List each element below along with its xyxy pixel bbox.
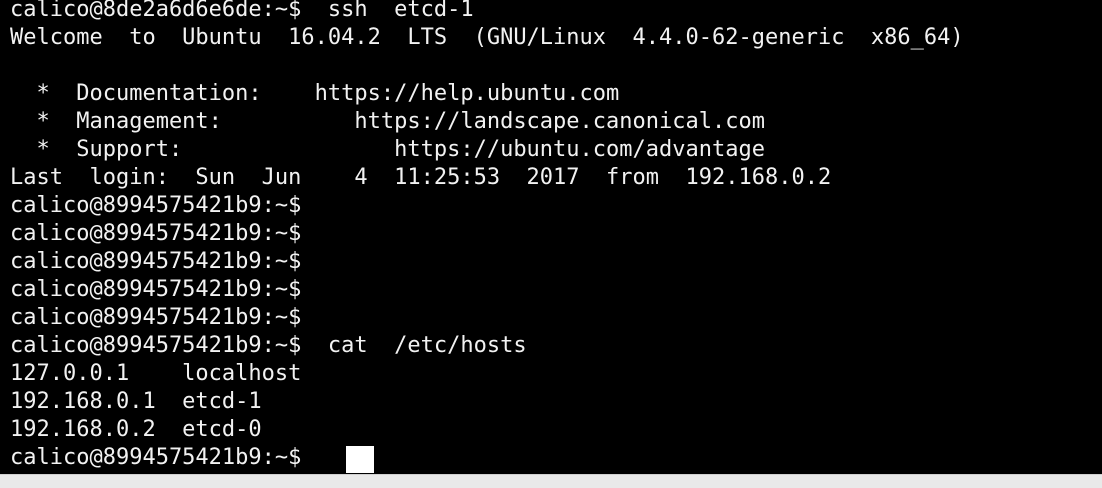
terminal-line: 192.168.0.1 etcd-1 — [10, 389, 262, 414]
terminal-active-prompt: calico@8994575421b9:~$ — [10, 445, 302, 470]
terminal-cursor[interactable] — [346, 446, 374, 473]
window-bottom-edge — [0, 474, 1102, 488]
terminal-prompt-line: calico@8994575421b9:~$ — [10, 193, 302, 218]
terminal-prompt-line: calico@8994575421b9:~$ — [10, 221, 302, 246]
terminal-line: * Documentation: https://help.ubuntu.com — [10, 81, 620, 106]
terminal-prompt-line: calico@8994575421b9:~$ — [10, 249, 302, 274]
terminal-prompt-line: calico@8994575421b9:~$ — [10, 277, 302, 302]
terminal-line: 192.168.0.2 etcd-0 — [10, 417, 262, 442]
terminal-line: * Support: https://ubuntu.com/advantage — [10, 137, 765, 162]
terminal-window[interactable]: calico@8de2a6d6e6de:~$ ssh etcd-1 Welcom… — [0, 0, 1102, 474]
terminal-line: 127.0.0.1 localhost — [10, 361, 302, 386]
terminal-prompt-line: calico@8994575421b9:~$ — [10, 305, 302, 330]
terminal-line: Last login: Sun Jun 4 11:25:53 2017 from… — [10, 165, 832, 190]
terminal-line: calico@8de2a6d6e6de:~$ ssh etcd-1 — [10, 0, 474, 22]
terminal-prompt-line: calico@8994575421b9:~$ cat /etc/hosts — [10, 333, 527, 358]
terminal-line: * Management: https://landscape.canonica… — [10, 109, 765, 134]
terminal-line: Welcome to Ubuntu 16.04.2 LTS (GNU/Linux… — [10, 25, 964, 50]
